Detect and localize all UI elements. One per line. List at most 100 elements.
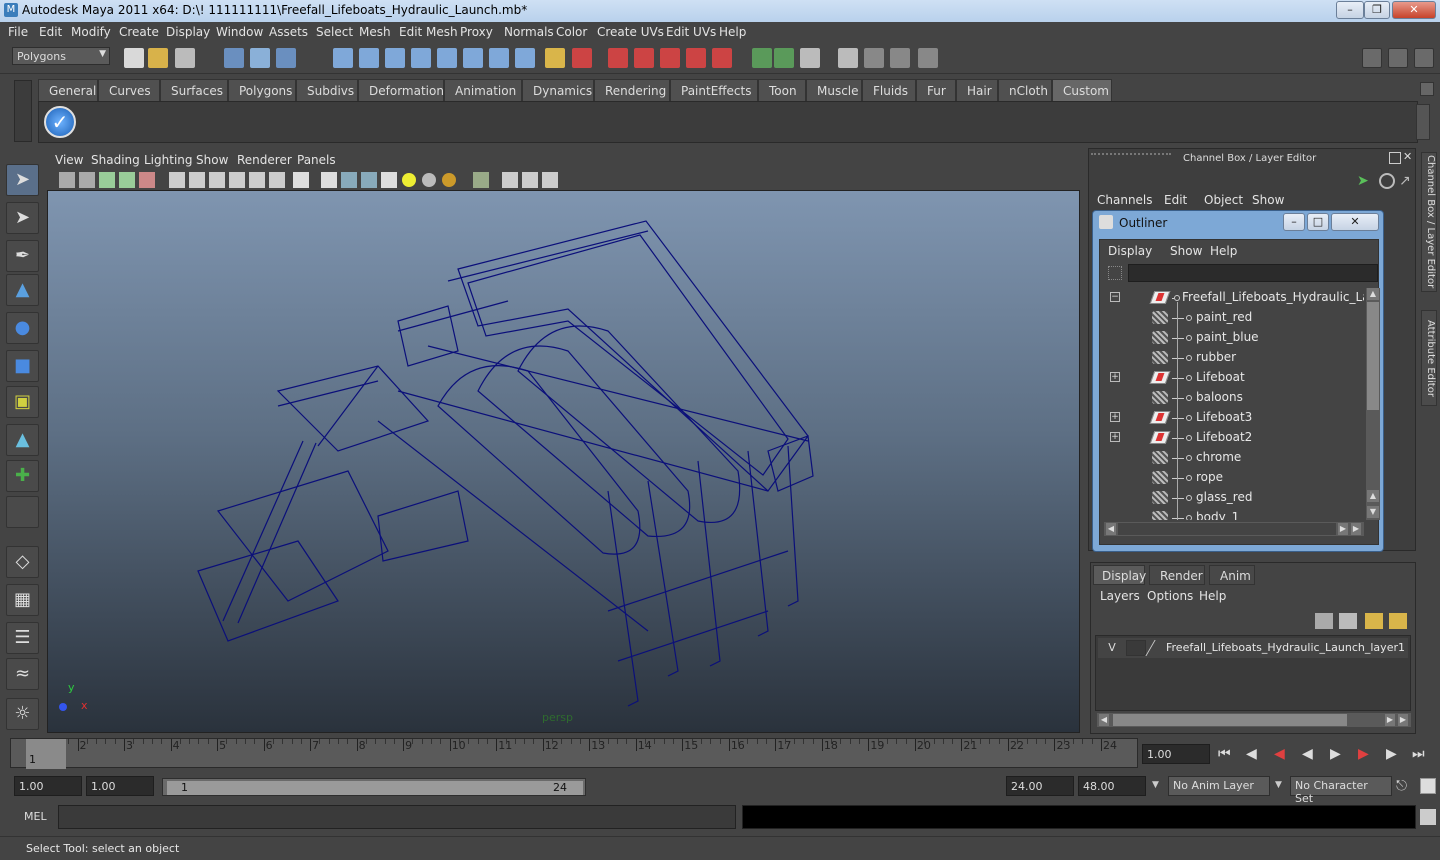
outliner-maximize-button[interactable]: □	[1307, 213, 1329, 231]
snap-curve-icon[interactable]	[359, 48, 379, 68]
new-layer-selected-icon[interactable]	[1389, 613, 1407, 629]
tool-settings-toggle-icon[interactable]	[1388, 48, 1408, 68]
channel-box-toggle-icon[interactable]	[1414, 48, 1434, 68]
camera-attributes-icon[interactable]	[79, 172, 95, 188]
single-pane-layout-icon[interactable]: ◇	[6, 546, 39, 578]
tab-deformation[interactable]: Deformation	[358, 79, 444, 101]
outliner-item[interactable]: rubber	[1100, 348, 1362, 368]
outliner-hscrollbar[interactable]: ◀ ▶ ▶	[1104, 522, 1364, 536]
new-layer-icon[interactable]	[1365, 613, 1383, 629]
all-lights-icon[interactable]	[422, 173, 436, 187]
tab-subdivs[interactable]: Subdivs	[296, 79, 358, 101]
select-hierarchy-icon[interactable]	[224, 48, 244, 68]
hypergraph-layout-icon[interactable]: ☼	[6, 698, 39, 730]
scroll-left-icon[interactable]: ◀	[1106, 523, 1116, 535]
anim-layer-chevron-icon[interactable]: ▼	[1152, 780, 1159, 790]
close-panel-icon[interactable]: ✕	[1403, 151, 1415, 163]
select-component-icon[interactable]	[276, 48, 296, 68]
menu-display[interactable]: Display	[166, 25, 210, 39]
tab-rendering[interactable]: Rendering	[594, 79, 670, 101]
panel-menu-panels[interactable]: Panels	[297, 153, 336, 167]
scroll-down-icon[interactable]: ▲	[1367, 490, 1379, 502]
channel-key-icon[interactable]: ➤	[1357, 173, 1373, 189]
render-frame-icon[interactable]	[608, 48, 628, 68]
save-scene-icon[interactable]	[175, 48, 195, 68]
tab-dynamics[interactable]: Dynamics	[522, 79, 594, 101]
menu-select[interactable]: Select	[316, 25, 353, 39]
move-tool-icon[interactable]: ▲	[6, 274, 39, 306]
menuset-dropdown[interactable]: Polygons ▼	[12, 47, 110, 65]
clapboard-icon[interactable]	[838, 48, 858, 68]
animation-prefs-icon[interactable]	[1420, 778, 1436, 794]
render-settings-icon[interactable]	[660, 48, 680, 68]
menu-assets[interactable]: Assets	[269, 25, 308, 39]
tab-general[interactable]: General	[38, 79, 98, 101]
tab-animation[interactable]: Animation	[444, 79, 522, 101]
camera-select-icon[interactable]	[59, 172, 75, 188]
outliner-layout-icon[interactable]: ☰	[6, 622, 39, 654]
hscroll-track[interactable]	[1118, 523, 1336, 535]
script-editor-icon[interactable]	[1420, 809, 1436, 825]
command-input[interactable]	[58, 805, 736, 829]
layer-type-toggle[interactable]	[1126, 640, 1146, 656]
default-light-icon[interactable]	[402, 173, 416, 187]
open-scene-icon[interactable]	[148, 48, 168, 68]
bookmark-icon[interactable]	[99, 172, 115, 188]
scroll-down-arrow-icon[interactable]: ▼	[1367, 506, 1379, 518]
menu-window[interactable]: Window	[216, 25, 263, 39]
range-slider[interactable]: 1 24	[162, 778, 586, 796]
play-backwards-icon[interactable]: ◀	[1302, 746, 1313, 762]
image-plane-icon[interactable]	[119, 172, 135, 188]
layers-menu-help[interactable]: Help	[1199, 589, 1226, 603]
tab-ncloth[interactable]: nCloth	[998, 79, 1052, 101]
character-set-dropdown[interactable]: No Character Set	[1290, 776, 1392, 805]
menu-edit[interactable]: Edit	[39, 25, 62, 39]
scroll-up-icon[interactable]: ▲	[1367, 288, 1379, 300]
new-scene-icon[interactable]	[124, 48, 144, 68]
outliner-menu-help[interactable]: Help	[1210, 244, 1237, 258]
rotate-tool-icon[interactable]: ●	[6, 312, 39, 344]
menu-edit-mesh[interactable]: Edit Mesh	[399, 25, 458, 39]
channels-menu-edit[interactable]: Edit	[1164, 193, 1187, 207]
manipulator-tool-icon[interactable]: ▣	[6, 386, 39, 418]
close-button[interactable]: ✕	[1392, 1, 1436, 19]
outliner-search-input[interactable]	[1128, 264, 1378, 282]
time-slider[interactable]: 123456789101112131415161718192021222324 …	[10, 738, 1138, 769]
wireframe-on-shaded-icon[interactable]	[361, 172, 377, 188]
expand-icon[interactable]: +	[1110, 412, 1120, 422]
outliner-item[interactable]: paint_blue	[1100, 328, 1362, 348]
outliner-item[interactable]: + Lifeboat3	[1100, 408, 1362, 428]
snap-plane-icon[interactable]	[411, 48, 431, 68]
side-tab-attribute-editor[interactable]: Attribute Editor	[1421, 310, 1437, 406]
tab-painteffects[interactable]: PaintEffects	[670, 79, 758, 101]
menu-normals[interactable]: Normals	[504, 25, 554, 39]
tab-hair[interactable]: Hair	[956, 79, 998, 101]
minimize-button[interactable]: –	[1336, 1, 1364, 19]
tab-layer-anim[interactable]: Anim	[1209, 565, 1255, 585]
layer-scroll-left-icon[interactable]: ◀	[1099, 714, 1109, 726]
layers-menu-layers[interactable]: Layers	[1100, 589, 1140, 603]
transform-icon[interactable]	[774, 48, 794, 68]
shelf-options-gutter[interactable]	[14, 80, 32, 142]
goto-start-icon[interactable]: ⏮	[1218, 746, 1231, 762]
history-icon[interactable]	[489, 48, 509, 68]
field-chart-icon[interactable]	[229, 172, 245, 188]
scroll-right-end-icon[interactable]: ▶	[1351, 523, 1361, 535]
select-object-icon[interactable]	[250, 48, 270, 68]
tab-fur[interactable]: Fur	[916, 79, 956, 101]
ipr-render-icon[interactable]	[634, 48, 654, 68]
tab-layer-render[interactable]: Render	[1149, 565, 1205, 585]
menu-create[interactable]: Create	[119, 25, 159, 39]
auto-key-icon[interactable]: ⎋	[1396, 778, 1407, 794]
outliner-menu-display[interactable]: Display	[1108, 244, 1152, 258]
snap-surface-icon[interactable]	[437, 48, 457, 68]
tab-muscle[interactable]: Muscle	[806, 79, 862, 101]
tab-fluids[interactable]: Fluids	[862, 79, 916, 101]
film-gate-icon[interactable]	[169, 172, 185, 188]
current-time-field[interactable]: 1.00	[1142, 744, 1210, 764]
layer-visibility-toggle[interactable]: V	[1102, 640, 1122, 656]
move-layer-down-icon[interactable]	[1339, 613, 1357, 629]
panel-menu-shading[interactable]: Shading	[91, 153, 140, 167]
scroll-thumb[interactable]	[1367, 302, 1379, 410]
channels-menu-object[interactable]: Object	[1204, 193, 1243, 207]
